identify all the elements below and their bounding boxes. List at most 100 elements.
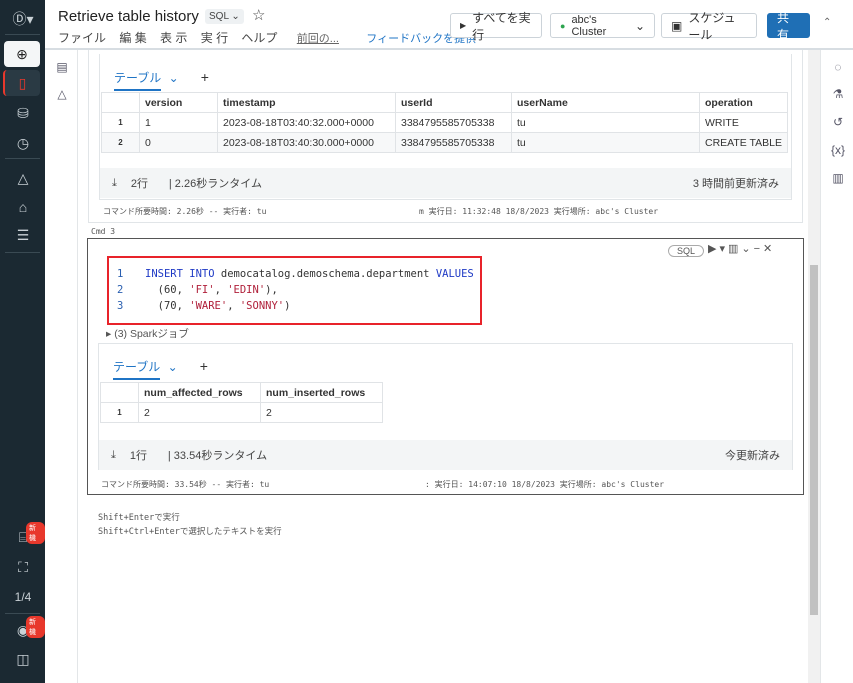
history-icon[interactable]: ◷ (8, 130, 38, 156)
variables-icon[interactable]: {x} (829, 143, 847, 157)
download-icon[interactable]: ⤓ (111, 449, 116, 462)
code-token: 'FI' (189, 284, 215, 296)
result-panel: テーブル ⌄ + version timestamp userId userName op… (99, 54, 792, 200)
updated-time: 今更新済み (725, 450, 780, 462)
line-number: 1 (117, 268, 124, 280)
language-label: SQL (209, 11, 229, 22)
col-header[interactable]: operation (698, 92, 789, 113)
cluster-label: abc's Cluster (571, 13, 607, 38)
scrollbar[interactable] (808, 50, 820, 683)
updated-time: 3 時間前更新済み (692, 178, 779, 190)
close-icon[interactable]: ✕ (763, 243, 775, 255)
chevron-down-icon[interactable]: ⌄ (169, 71, 179, 85)
notebook-icon[interactable]: ▯ (3, 70, 40, 96)
status-dot-icon: ● (560, 20, 566, 31)
scrollbar-thumb[interactable] (810, 265, 818, 615)
result-panel: テーブル ⌄ + num_affected_rows num_inserted_ro… (98, 343, 793, 470)
spark-jobs-toggle[interactable]: ▸ (3) Sparkジョブ (106, 326, 189, 341)
col-header[interactable]: num_inserted_rows (260, 382, 383, 403)
workspace-logo-icon[interactable]: Ⓓ▾ (6, 6, 40, 32)
col-header[interactable]: userId (395, 92, 512, 113)
chevron-down-icon[interactable]: ⌄ (741, 243, 753, 255)
comments-icon[interactable]: ◌ (829, 60, 847, 74)
schedule-button[interactable]: ▣ スケジュール (661, 11, 757, 42)
shapes-icon[interactable]: △ (8, 165, 38, 191)
code-token: (60, (157, 284, 190, 296)
code-token: 'WARE' (189, 300, 228, 312)
spark-jobs-label: (3) Sparkジョブ (114, 328, 189, 340)
col-header[interactable]: userName (511, 92, 700, 113)
star-icon[interactable]: ☆ (252, 6, 265, 24)
chart-icon[interactable]: ▥ (829, 171, 847, 185)
cell: 2023-08-18T03:40:30.000+0000 (217, 132, 396, 153)
run-all-label: すべてを実行 (472, 10, 531, 42)
menu-run[interactable]: 実 行 (201, 31, 228, 45)
row-number: 1 (100, 402, 139, 423)
run-cell-icon[interactable]: ▶▾ (708, 243, 728, 255)
table-header: num_affected_rows num_inserted_rows (100, 382, 383, 403)
col-header[interactable]: num_affected_rows (138, 382, 261, 403)
command-info: コマンド所要時間: 33.54秒 -- 実行者: tu (101, 480, 270, 489)
result-tabs: テーブル ⌄ + (113, 358, 208, 380)
cell-language-badge[interactable]: SQL (668, 245, 705, 257)
code-token: VALUES (435, 268, 474, 280)
play-icon: ▶ (460, 21, 467, 30)
schema-browser-icon[interactable]: △ (53, 87, 71, 101)
chart-icon[interactable]: ▥ (728, 243, 741, 255)
code-token: ) (284, 300, 291, 312)
table-of-contents-icon[interactable]: ▤ (53, 60, 71, 74)
cluster-select[interactable]: ● abc's Cluster ⌄ (550, 13, 655, 38)
result-tabs: テーブル ⌄ + (114, 69, 209, 91)
collapse-header-icon[interactable]: ⌃ (823, 17, 831, 28)
run-all-button[interactable]: ▶ すべてを実行 (450, 11, 542, 42)
last-edit-link[interactable]: 前回の... (297, 33, 339, 45)
menu-view[interactable]: 表 示 (160, 31, 187, 45)
results-table: version timestamp userId userName operation … (101, 92, 789, 153)
row-number: 1 (101, 112, 140, 133)
cell: 2 (138, 402, 261, 423)
minimize-icon[interactable]: − (754, 243, 763, 255)
cell: 0 (139, 132, 218, 153)
code-token: , (227, 300, 240, 312)
table-row: 122 (100, 402, 383, 423)
chevron-down-icon[interactable]: ⌄ (168, 360, 178, 374)
download-icon[interactable]: ⤓ (112, 177, 117, 190)
header: Retrieve table history SQL ⌄ ☆ ファイル 編 集 … (45, 0, 853, 50)
code-token: 'SONNY' (239, 300, 285, 312)
menu-file[interactable]: ファイル (58, 31, 106, 45)
cell-2: テーブル ⌄ + version timestamp userId userName op… (88, 50, 803, 223)
new-icon[interactable]: ⊕ (4, 41, 40, 67)
cell: 2 (260, 402, 383, 423)
col-header[interactable]: timestamp (217, 92, 396, 113)
row-number: 2 (101, 132, 140, 153)
secondary-toolbar: ▤ △ (45, 50, 78, 683)
shortcut-hints: Shift+Enterで実行 Shift+Ctrl+Enterで選択したテキスト… (98, 511, 282, 539)
revision-history-icon[interactable]: ↺ (829, 115, 847, 129)
code-editor[interactable]: 1 INSERT INTO democatalog.demoschema.depa… (107, 256, 482, 325)
cell: 3384795585705338 (395, 112, 512, 133)
experiment-icon[interactable]: ⚗ (829, 87, 847, 101)
tab-table[interactable]: テーブル (113, 360, 161, 380)
add-tab-icon[interactable]: + (200, 358, 208, 374)
partner-connect-icon[interactable]: ⛶ (8, 554, 38, 580)
code-token: , (214, 284, 228, 296)
cell: tu (511, 132, 700, 153)
data-icon[interactable]: ⛁ (8, 100, 38, 126)
notebook-title[interactable]: Retrieve table history (58, 8, 199, 25)
language-select[interactable]: SQL ⌄ (205, 9, 244, 24)
tasks-icon[interactable]: ☰ (8, 222, 38, 248)
new-badge: 新機 (26, 616, 45, 638)
collapse-sidebar-icon[interactable]: ◫ (8, 646, 38, 672)
add-tab-icon[interactable]: + (201, 69, 209, 85)
menu-edit[interactable]: 編 集 (119, 31, 146, 45)
menu-help[interactable]: ヘルプ (241, 31, 277, 45)
col-header[interactable]: version (139, 92, 218, 113)
tab-table[interactable]: テーブル (114, 71, 162, 91)
cell: 3384795585705338 (395, 132, 512, 153)
runtime: | 2.26秒ランタイム (168, 178, 262, 190)
cell-3[interactable]: SQL ▶▾▥⌄−✕ 1 INSERT INTO democatalog.demo… (87, 238, 804, 495)
share-button[interactable]: 共 有 (767, 11, 810, 42)
line-number: 3 (117, 300, 124, 312)
pipeline-icon[interactable]: ⌂ (8, 194, 38, 220)
cell-toolbar: ▶▾▥⌄−✕ (708, 242, 775, 255)
